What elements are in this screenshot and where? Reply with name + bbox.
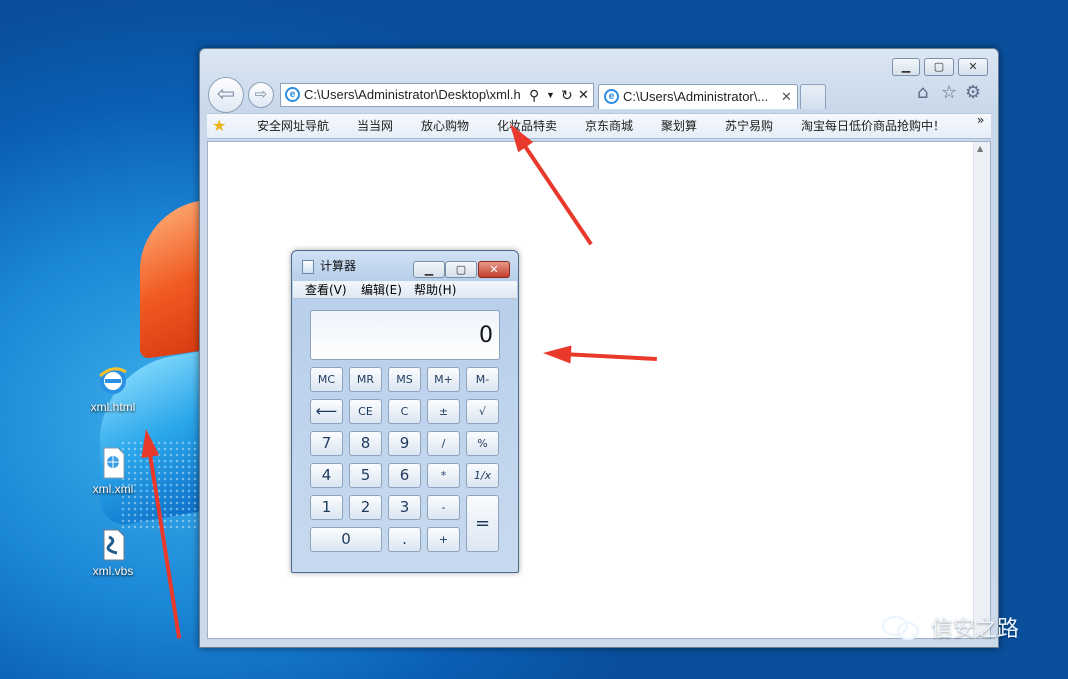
stop-icon[interactable]: ✕ (578, 84, 589, 106)
btn-add[interactable]: + (427, 527, 460, 552)
calc-menu-bar: 查看(V) 编辑(E) 帮助(H) (293, 281, 517, 299)
calc-minimize-button[interactable]: ▁ (413, 261, 445, 278)
calc-close-button[interactable]: ✕ (478, 261, 510, 278)
tools-gear-icon[interactable]: ⚙ (965, 82, 981, 103)
close-button[interactable]: ✕ (958, 58, 988, 76)
forward-button[interactable]: ⇨ (248, 82, 274, 108)
favorites-add-icon[interactable]: ★ (212, 116, 226, 135)
fav-link[interactable]: 安全网址导航 (257, 114, 329, 139)
btn-6[interactable]: 6 (388, 463, 421, 488)
desktop-icon-xml-vbs[interactable]: xml.vbs (83, 528, 143, 578)
watermark-text: 信安之路 (931, 617, 1020, 642)
calc-maximize-button[interactable]: ▢ (445, 261, 477, 278)
tab-title: C:\Users\Administrator\... (623, 89, 769, 104)
menu-edit[interactable]: 编辑(E) (361, 281, 402, 299)
btn-3[interactable]: 3 (388, 495, 421, 520)
ie-html-file-icon (96, 364, 130, 398)
btn-divide[interactable]: / (427, 431, 460, 456)
btn-decimal[interactable]: . (388, 527, 421, 552)
btn-7[interactable]: 7 (310, 431, 343, 456)
address-bar[interactable]: e C:\Users\Administrator\Desktop\xml.h ⚲… (280, 83, 594, 107)
maximize-button[interactable]: ▢ (924, 58, 954, 76)
btn-clear[interactable]: C (388, 399, 421, 424)
fav-link[interactable]: 京东商城 (585, 114, 633, 139)
btn-percent[interactable]: % (466, 431, 499, 456)
btn-2[interactable]: 2 (349, 495, 382, 520)
btn-4[interactable]: 4 (310, 463, 343, 488)
btn-equals[interactable]: = (466, 495, 499, 552)
desktop-icon-label: xml.vbs (92, 564, 134, 578)
fav-link[interactable]: 放心购物 (421, 114, 469, 139)
btn-memory-subtract[interactable]: M- (466, 367, 499, 392)
fav-link[interactable]: 聚划算 (661, 114, 697, 139)
new-tab-button[interactable] (800, 84, 826, 109)
btn-memory-recall[interactable]: MR (349, 367, 382, 392)
calculator-app-icon (302, 260, 314, 274)
search-icon[interactable]: ⚲ (529, 84, 539, 106)
btn-reciprocal[interactable]: 1/x (466, 463, 499, 488)
tab-active[interactable]: e C:\Users\Administrator\... ✕ (598, 84, 798, 109)
back-button[interactable]: ⇦ (208, 77, 244, 113)
scroll-up-icon[interactable]: ▲ (977, 144, 983, 153)
forward-arrow-icon: ⇨ (254, 85, 268, 103)
refresh-icon[interactable]: ↻ (561, 84, 573, 106)
fav-link[interactable]: 当当网 (357, 114, 393, 139)
btn-sqrt[interactable]: √ (466, 399, 499, 424)
desktop-icon-xml-xml[interactable]: xml.xml (83, 446, 143, 496)
btn-backspace[interactable]: ⟵ (310, 399, 343, 424)
fav-link[interactable]: 淘宝每日低价商品抢购中！ (801, 114, 945, 139)
tab-close-icon[interactable]: ✕ (781, 85, 792, 108)
fav-link[interactable]: 苏宁易购 (725, 114, 773, 139)
btn-1[interactable]: 1 (310, 495, 343, 520)
wechat-icon (880, 614, 924, 642)
dropdown-arrow-icon[interactable]: ▼ (546, 84, 555, 106)
btn-multiply[interactable]: * (427, 463, 460, 488)
desktop-icon-label: xml.xml (92, 482, 134, 496)
back-arrow-icon: ⇦ (216, 82, 236, 107)
btn-clear-entry[interactable]: CE (349, 399, 382, 424)
btn-5[interactable]: 5 (349, 463, 382, 488)
desktop-icon-xml-html[interactable]: xml.html (83, 364, 143, 414)
calc-display: 0 (310, 310, 500, 360)
calculator-title: 计算器 (320, 259, 357, 273)
calc-display-value: 0 (479, 323, 493, 348)
home-icon[interactable]: ⌂ (917, 82, 928, 103)
minimize-button[interactable]: ▁ (892, 58, 920, 76)
tab-ie-icon: e (604, 89, 619, 104)
btn-negate[interactable]: ± (427, 399, 460, 424)
favorites-overflow-chevron[interactable]: » (977, 108, 984, 133)
desktop-background: xml.html xml.xml xml.vbs ▁ ▢ ✕ ⇦ ⇨ e C:\… (0, 0, 1068, 679)
page-ie-icon: e (285, 87, 300, 102)
btn-0[interactable]: 0 (310, 527, 382, 552)
favorites-bar: ★ 安全网址导航 当当网 放心购物 化妆品特卖 京东商城 聚划算 苏宁易购 淘宝… (207, 113, 991, 139)
desktop-icon-label: xml.html (90, 400, 136, 414)
btn-8[interactable]: 8 (349, 431, 382, 456)
btn-9[interactable]: 9 (388, 431, 421, 456)
xml-file-icon (96, 446, 130, 480)
btn-subtract[interactable]: - (427, 495, 460, 520)
vbs-script-icon (96, 528, 130, 562)
menu-view[interactable]: 查看(V) (305, 281, 347, 299)
vertical-scrollbar[interactable]: ▲ (973, 142, 990, 638)
address-text: C:\Users\Administrator\Desktop\xml.h (304, 87, 521, 102)
btn-memory-add[interactable]: M+ (427, 367, 460, 392)
btn-memory-clear[interactable]: MC (310, 367, 343, 392)
menu-help[interactable]: 帮助(H) (414, 281, 456, 299)
watermark: 信安之路 (880, 612, 1019, 648)
favorites-star-icon[interactable]: ☆ (941, 82, 957, 103)
btn-memory-store[interactable]: MS (388, 367, 421, 392)
calculator-window: 计算器 ▁ ▢ ✕ 查看(V) 编辑(E) 帮助(H) 0 MC MR MS M… (291, 250, 519, 573)
windows-logo-red-pane (140, 200, 202, 360)
